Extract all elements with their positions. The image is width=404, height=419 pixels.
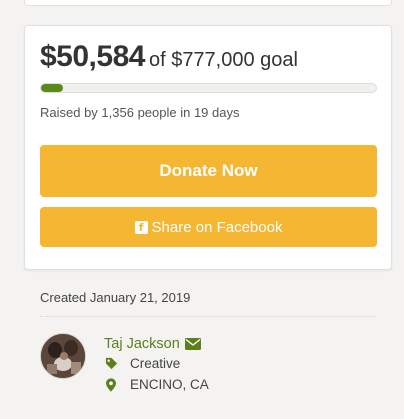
donate-button-label: Donate Now [159,161,258,180]
tag-icon [104,357,118,370]
progress-bar-fill [41,84,63,92]
organizer-category: Creative [104,356,180,371]
donation-card: $50,584 of $777,000 goal Raised by 1,356 … [24,25,392,270]
donation-stats: Raised by 1,356 people in 19 days [40,105,240,120]
amount-line: $50,584 of $777,000 goal [40,40,298,74]
donate-button[interactable]: Donate Now [40,145,377,197]
location-text: ENCINO, CA [130,377,209,392]
avatar-photo [41,334,85,378]
organizer-name-text: Taj Jackson [104,336,180,352]
created-date: Created January 21, 2019 [40,290,191,305]
organizer-location: ENCINO, CA [104,377,209,392]
category-text: Creative [130,356,181,371]
share-facebook-button[interactable]: f Share on Facebook [40,207,377,247]
envelope-icon[interactable] [184,338,201,350]
progress-bar [40,83,377,93]
organizer-name[interactable]: Taj Jackson [104,336,201,352]
share-button-label: Share on Facebook [151,218,283,236]
map-marker-icon [104,377,118,392]
divider [40,316,376,317]
goal-text: of $777,000 goal [148,49,298,71]
previous-card-edge [24,0,392,6]
raised-amount: $50,584 [40,40,145,73]
organizer-avatar[interactable] [40,333,86,379]
facebook-icon: f [134,220,148,234]
